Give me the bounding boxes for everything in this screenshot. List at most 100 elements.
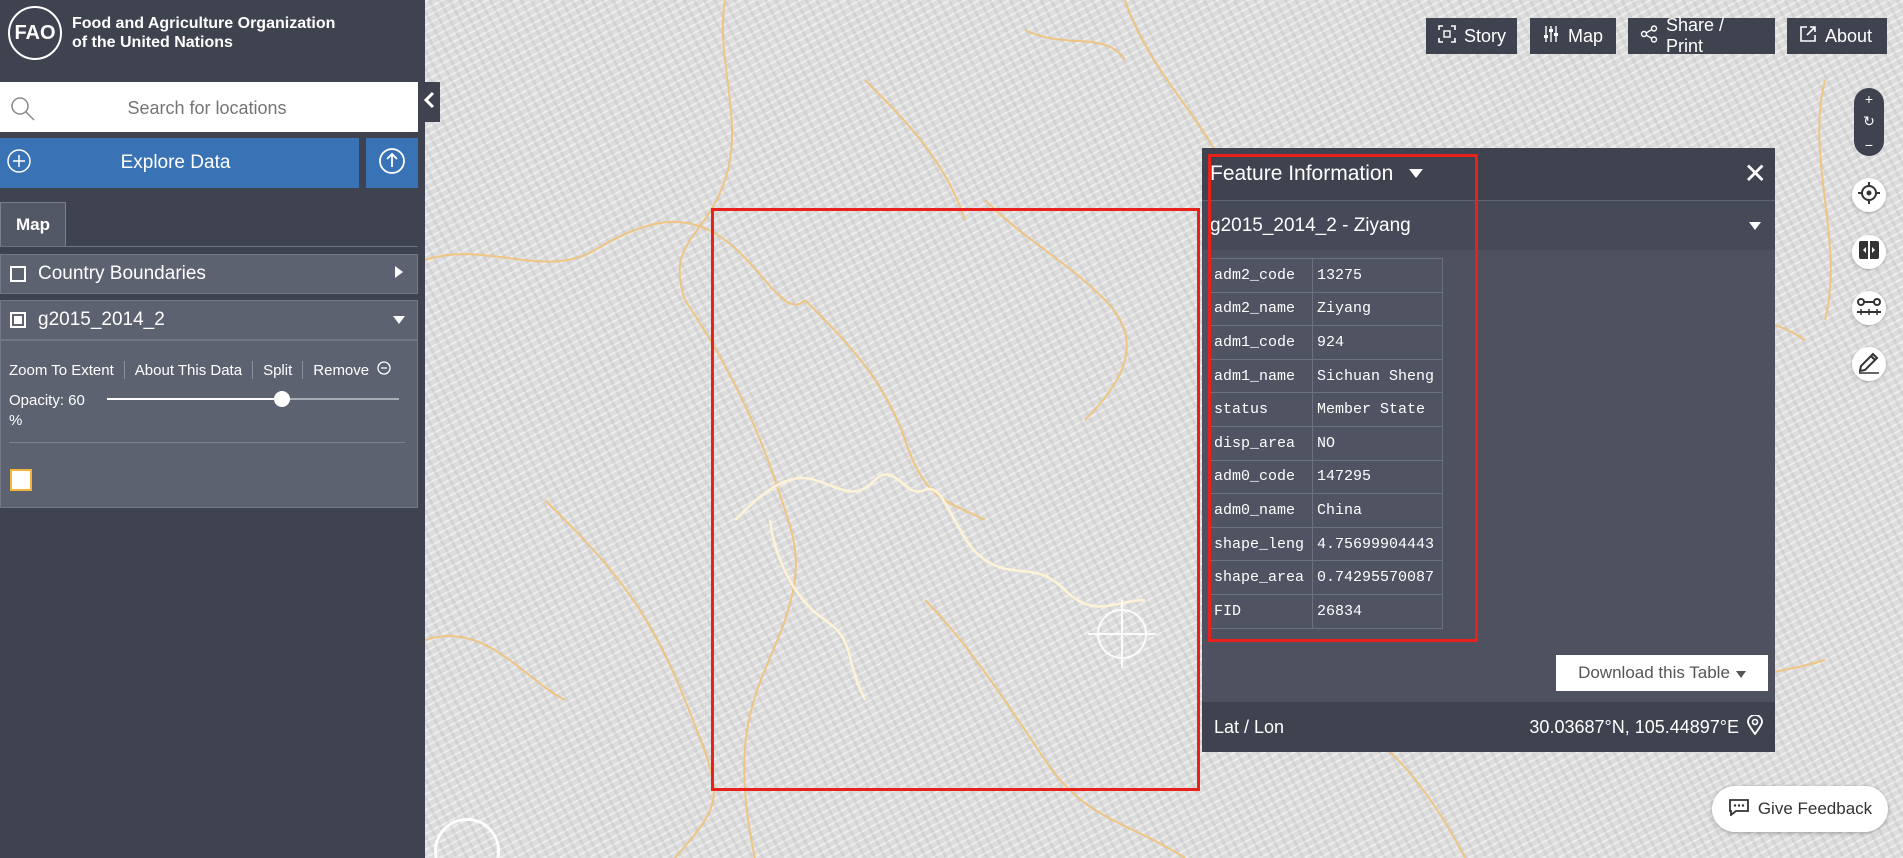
attribute-key: shape_area [1209,560,1313,595]
table-row: adm2_code 13275 [1209,258,1443,293]
attribute-key: FID [1209,593,1313,629]
measure-button[interactable] [1852,291,1886,325]
fao-header: FAO Food and Agriculture Organization of… [8,6,335,60]
collapse-sidebar-button[interactable] [418,82,440,122]
location-pin-icon[interactable] [1747,713,1763,740]
upload-icon [378,147,406,180]
attribute-value: 147295 [1312,459,1443,495]
share-print-button[interactable]: Share / Print [1628,15,1775,56]
attribute-key: adm2_code [1209,258,1313,293]
give-feedback-button[interactable]: Give Feedback [1712,786,1888,832]
opacity-label: Opacity: 60 % [9,392,85,429]
search-box [0,82,418,134]
feature-select-dropdown[interactable]: g2015_2014_2 - Ziyang [1202,200,1775,250]
crosshair-icon [1857,181,1881,210]
table-row: adm0_code 147295 [1209,459,1443,495]
org-name-line1: Food and Agriculture Organization [72,15,336,32]
layer-checkbox-checked[interactable] [10,312,26,328]
attribute-key: adm0_name [1209,493,1313,528]
give-feedback-label: Give Feedback [1757,799,1873,818]
attribute-value: 4.75699904443 [1312,526,1443,562]
feature-panel-title: Feature Information [1210,162,1394,185]
download-table-button[interactable]: Download this Table [1556,655,1768,691]
org-name-line2: of the United Nations [72,34,233,51]
attribute-value: Member State [1312,392,1443,427]
external-link-icon [1799,25,1817,48]
org-name: Food and Agriculture Organization of the… [72,14,335,52]
sliders-icon [1542,25,1560,48]
pencil-icon [1857,350,1881,379]
tab-bar: Map [0,202,418,247]
map-label: Map [1568,25,1604,46]
story-button[interactable]: Story [1426,18,1517,54]
layer-label: g2015_2014_2 [38,309,165,330]
caret-down-icon[interactable] [393,311,405,329]
selected-feature-label: g2015_2014_2 - Ziyang [1210,214,1411,236]
sidebar: FAO Food and Agriculture Organization of… [0,0,440,858]
layer-row-country-boundaries[interactable]: Country Boundaries [0,254,418,294]
caret-down-icon [1735,663,1746,683]
about-this-data-link[interactable]: About This Data [135,362,242,379]
chat-icon [1728,798,1750,821]
explore-data-button[interactable]: Explore Data [0,138,359,188]
draw-button[interactable] [1852,347,1886,381]
table-row: adm0_name China [1209,493,1443,528]
locate-button[interactable] [1852,178,1886,212]
remove-circle-icon[interactable] [377,361,391,379]
story-icon [1438,24,1456,48]
table-row: disp_area NO [1209,425,1443,461]
attribute-key: adm2_name [1209,291,1313,327]
attribute-value: Sichuan Sheng [1312,358,1443,394]
table-row: adm2_name Ziyang [1209,291,1443,327]
reset-view-icon[interactable]: ↻ [1863,113,1875,130]
caret-right-icon[interactable] [395,265,403,283]
table-row: shape_area 0.74295570087 [1209,560,1443,595]
split-icon [1857,238,1881,267]
tab-map[interactable]: Map [0,202,66,246]
opacity-slider[interactable] [107,391,399,407]
feature-information-panel: Feature Information ✕ g2015_2014_2 - Ziy… [1202,148,1775,752]
search-icon [10,96,36,127]
search-input[interactable] [50,82,364,134]
table-row: FID 26834 [1209,593,1443,629]
attribute-key: status [1209,392,1313,427]
close-icon[interactable]: ✕ [1744,160,1767,188]
share-print-label: Share / Print [1666,15,1725,56]
caret-down-icon[interactable] [1409,165,1424,183]
divider [252,361,254,379]
attribute-value: Ziyang [1312,291,1443,327]
attribute-value: 13275 [1312,258,1443,293]
opacity-slider-thumb[interactable] [274,391,291,407]
upload-button[interactable] [366,138,418,188]
attribute-key: disp_area [1209,425,1313,461]
layer-actions: Zoom To Extent About This Data Split Rem… [9,361,391,379]
remove-link[interactable]: Remove [313,362,369,379]
divider [9,442,405,443]
split-view-button[interactable] [1852,235,1886,269]
layer-row-g2015[interactable]: g2015_2014_2 [0,300,418,340]
map-button[interactable]: Map [1530,18,1616,54]
divider [123,361,125,379]
attribute-value: 26834 [1312,593,1443,629]
latlon-bar: Lat / Lon 30.03687°N, 105.44897°E [1202,702,1775,752]
table-row: adm1_name Sichuan Sheng [1209,358,1443,394]
attribute-value: 0.74295570087 [1312,560,1443,595]
attribute-table: adm2_code 13275 adm2_name Ziyang adm1_code… [1209,258,1443,629]
layer-checkbox[interactable] [10,266,26,282]
story-label: Story [1464,25,1507,46]
share-icon [1640,24,1658,48]
attribute-key: adm1_code [1209,325,1313,360]
attribute-value: 924 [1312,325,1443,360]
about-button[interactable]: About [1787,18,1887,54]
zoom-to-extent-link[interactable]: Zoom To Extent [9,362,114,379]
table-row: adm1_code 924 [1209,325,1443,360]
attribute-key: shape_leng [1209,526,1313,562]
fao-logo[interactable]: FAO [8,6,62,60]
zoom-out-icon[interactable]: − [1865,137,1873,153]
measure-icon [1856,296,1882,321]
split-link[interactable]: Split [263,362,292,379]
zoom-in-icon[interactable]: + [1865,91,1873,107]
attribute-value: NO [1312,425,1443,461]
caret-down-icon [1749,217,1761,235]
layer-options-panel: Zoom To Extent About This Data Split Rem… [0,340,418,508]
